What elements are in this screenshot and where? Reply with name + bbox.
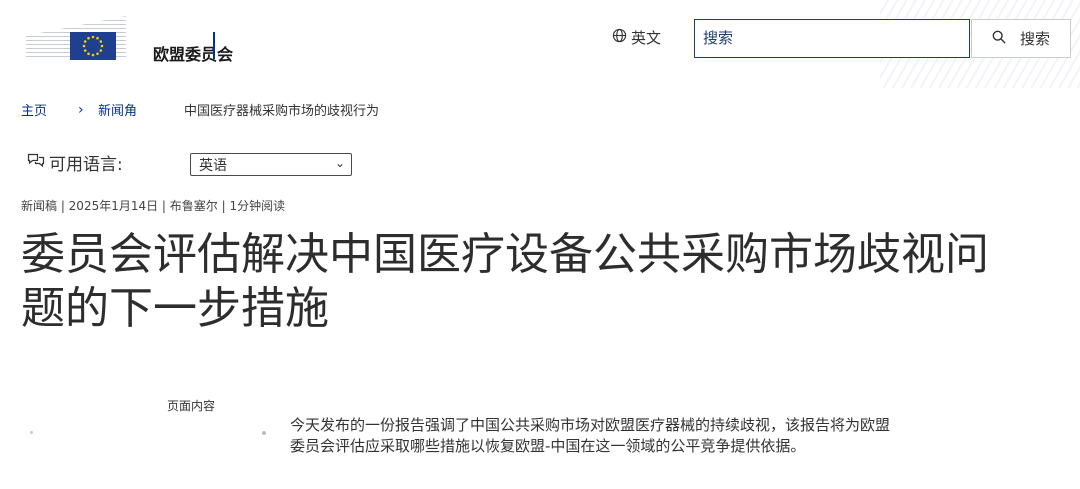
chevron-down-icon: ⌄: [334, 156, 345, 170]
eu-flag-icon: [70, 32, 116, 60]
page-title: 委员会评估解决中国医疗设备公共采购市场歧视问题的下一步措施: [21, 229, 989, 334]
language-switch-label: 英文: [631, 29, 662, 47]
search-button[interactable]: 搜索: [971, 19, 1071, 58]
article-summary: 今天发布的一份报告强调了中国公共采购市场对欧盟医疗器械的持续歧视，该报告将为欧盟…: [290, 416, 891, 455]
language-select[interactable]: 英语 ⌄: [190, 153, 352, 176]
breadcrumb-newsroom[interactable]: 新闻角: [98, 100, 137, 119]
page-contents-label: 页面内容: [167, 399, 216, 413]
breadcrumb-home[interactable]: 主页: [21, 100, 47, 119]
globe-icon: [612, 28, 627, 47]
org-name: 欧盟委员会: [153, 45, 234, 64]
toc-marker: [262, 431, 266, 435]
chat-bubbles-icon: [27, 152, 45, 173]
language-select-value: 英语: [199, 158, 227, 174]
available-languages-label: 可用语言:: [49, 155, 123, 175]
search-icon: [992, 30, 1006, 48]
logo-divider: [213, 32, 215, 59]
available-languages: 可用语言:: [27, 150, 123, 175]
site-header: 欧盟委员会 英文 搜索 搜索: [0, 0, 1080, 88]
language-switcher[interactable]: 英文: [612, 27, 661, 48]
search-button-label: 搜索: [1019, 30, 1050, 48]
search-input[interactable]: 搜索: [694, 19, 970, 58]
breadcrumb-current: 中国医疗器械采购市场的歧视行为: [184, 104, 380, 119]
toc-marker: [30, 431, 33, 434]
eu-commission-logo[interactable]: 欧盟委员会: [26, 12, 233, 64]
article-meta: 新闻稿 | 2025年1月14日 | 布鲁塞尔 | 1分钟阅读: [21, 199, 286, 213]
chevron-right-icon: ›: [78, 102, 84, 118]
